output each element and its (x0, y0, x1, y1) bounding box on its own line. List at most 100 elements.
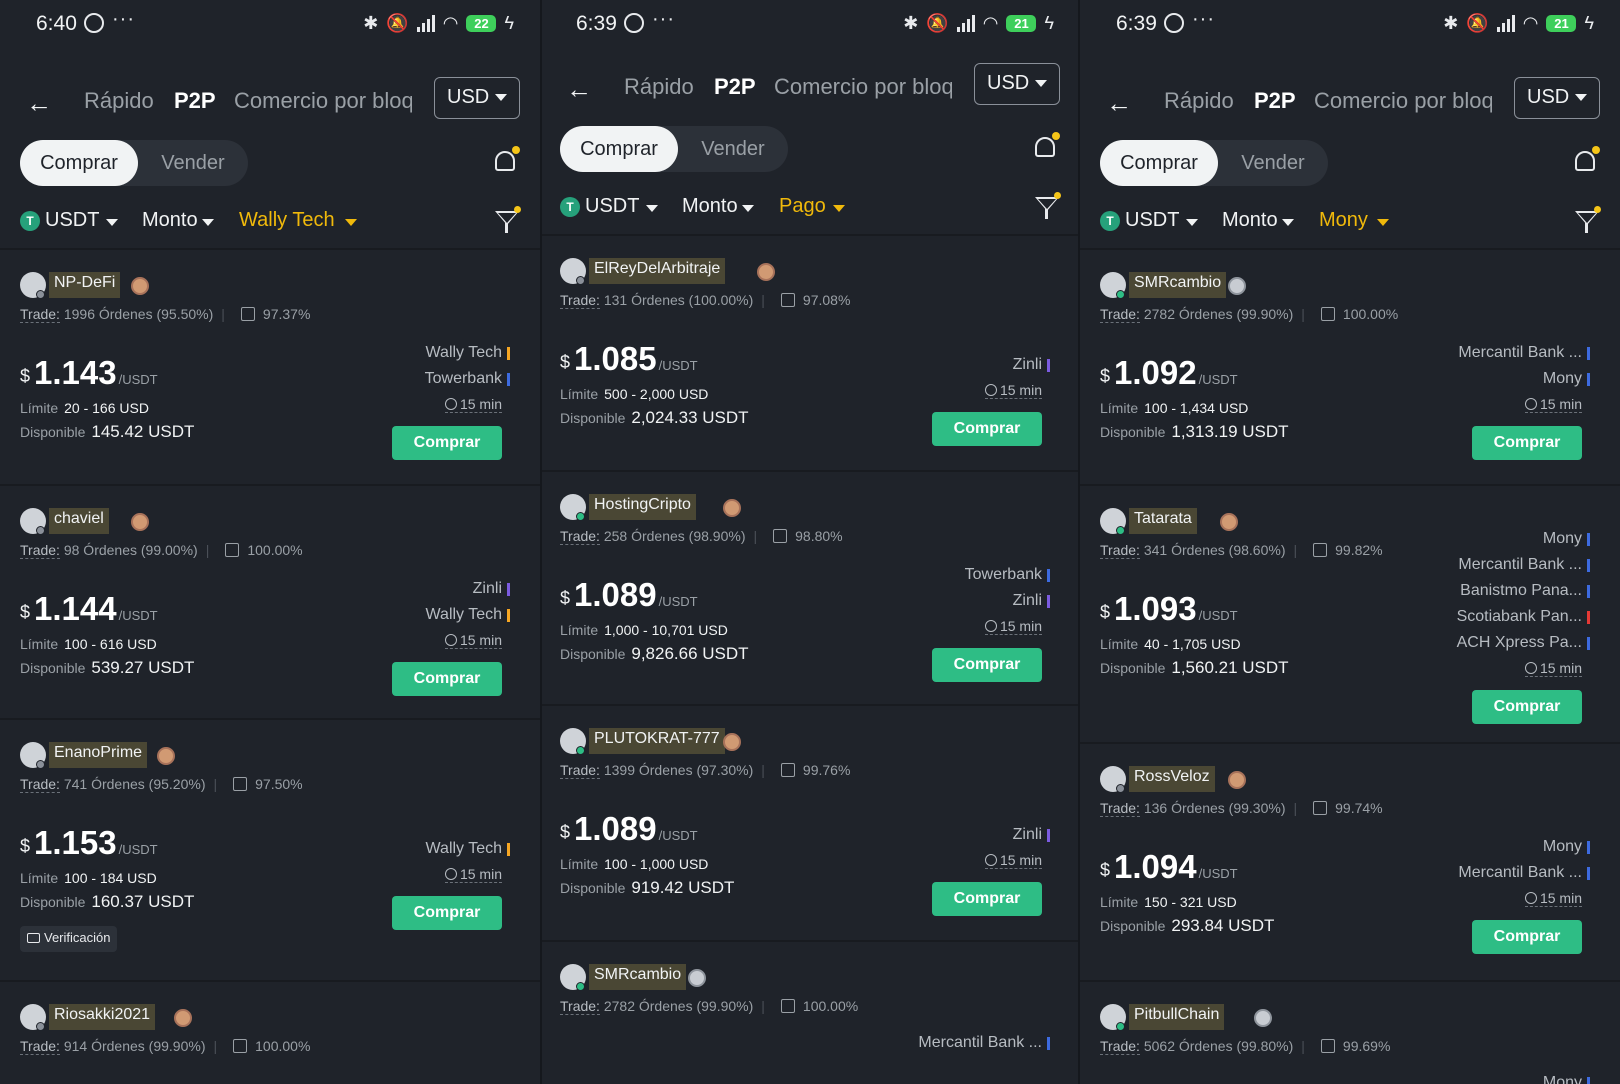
tab-rapido[interactable]: Rápido (84, 88, 154, 114)
filter-amount[interactable]: Monto (682, 195, 738, 218)
buy-button[interactable]: Comprar (932, 882, 1042, 916)
tab-rapido[interactable]: Rápido (624, 74, 694, 100)
buy-button[interactable]: Comprar (392, 662, 502, 696)
advertiser-name[interactable]: SMRcambio (589, 964, 687, 990)
buy-button[interactable]: Comprar (1472, 920, 1582, 954)
chevron-down-icon (833, 205, 845, 212)
filter-coin[interactable]: USDT (1125, 209, 1179, 232)
payment-method: Mercantil Bank ... (1458, 556, 1590, 574)
advertiser-name[interactable]: SMRcambio (1129, 272, 1227, 298)
buy-button[interactable]: Comprar (392, 426, 502, 460)
avatar (1100, 508, 1126, 535)
online-status-dot (1116, 1022, 1125, 1031)
trade-stats: Trade: 1996 Órdenes (95.50%) | 97.37% (20, 306, 311, 323)
merchant-badge-icon (1228, 277, 1247, 295)
price-value: 1.093 (1114, 590, 1197, 627)
available-label: Disponible (1100, 424, 1166, 440)
thumbs-up-icon (1320, 1039, 1335, 1053)
buy-button[interactable]: Comprar (932, 648, 1042, 682)
chevron-down-icon (1035, 80, 1047, 87)
payment-time-limit: 15 min (444, 396, 502, 413)
tab-p2p[interactable]: P2P (714, 74, 756, 100)
payment-method-name: Towerbank (424, 370, 502, 387)
toggle-sell[interactable]: Vender (674, 126, 792, 172)
filter-payment[interactable]: Mony (1319, 209, 1368, 232)
back-arrow-icon[interactable]: ← (566, 74, 592, 105)
available-label: Disponible (560, 410, 626, 426)
filter-funnel-icon[interactable] (1574, 206, 1601, 235)
buy-button[interactable]: Comprar (1472, 426, 1582, 460)
payment-time-limit: 15 min (444, 632, 502, 649)
limit-row: Límite 100 - 1,000 USD (560, 856, 708, 872)
back-arrow-icon[interactable]: ← (26, 88, 52, 119)
buy-button[interactable]: Comprar (1472, 690, 1582, 724)
price-unit: /USDT (1198, 866, 1238, 881)
filter-funnel-icon[interactable] (1034, 192, 1061, 221)
tab-p2p[interactable]: P2P (174, 88, 216, 114)
currency-select[interactable]: USD (974, 63, 1060, 105)
time-limit-value: 15 min (1539, 890, 1582, 906)
offer-price: $1.092/USDT (1100, 354, 1238, 392)
status-bar: 6:39 ··· ✱ 🔕 ◠ 21 ϟ (1080, 0, 1620, 50)
payment-color-bar (1587, 373, 1590, 386)
toggle-buy[interactable]: Comprar (560, 126, 678, 172)
advertiser-name[interactable]: PLUTOKRAT-777 (589, 728, 725, 754)
notification-bell-icon[interactable] (1572, 146, 1600, 176)
toggle-sell[interactable]: Vender (134, 140, 252, 186)
filter-coin[interactable]: USDT (45, 209, 99, 232)
tab-p2p[interactable]: P2P (1254, 88, 1296, 114)
advertiser-name[interactable]: ElReyDelArbitraje (589, 258, 726, 284)
online-status-dot (36, 760, 45, 769)
currency-select[interactable]: USD (434, 77, 520, 119)
price-value: 1.092 (1114, 354, 1197, 391)
bluetooth-icon: ✱ (1443, 12, 1459, 33)
buy-button[interactable]: Comprar (392, 896, 502, 930)
id-card-icon (27, 933, 40, 943)
buy-sell-toggle: Comprar Vender (560, 126, 788, 172)
advertiser-name[interactable]: EnanoPrime (49, 742, 148, 768)
mute-icon: 🔕 (926, 12, 949, 33)
thumbs-up-icon (233, 777, 248, 791)
price-value: 1.094 (1114, 848, 1197, 885)
merchant-badge-icon (722, 733, 741, 751)
order-count: 1996 Órdenes (95.50%) (63, 306, 214, 322)
tab-block-trade[interactable]: Comercio por bloq (774, 74, 952, 100)
available-row: Disponible 160.37 USDT (20, 892, 194, 912)
toggle-sell[interactable]: Vender (1214, 140, 1332, 186)
notification-bell-icon[interactable] (1032, 132, 1060, 162)
positive-rate: 97.50% (255, 776, 303, 792)
tab-block-trade[interactable]: Comercio por bloq (234, 88, 412, 114)
filter-amount[interactable]: Monto (1222, 209, 1278, 232)
toggle-buy[interactable]: Comprar (20, 140, 138, 186)
advertiser-name[interactable]: RossVeloz (1129, 766, 1215, 792)
filter-payment[interactable]: Pago (779, 195, 826, 218)
toggle-buy[interactable]: Comprar (1100, 140, 1218, 186)
time-limit-value: 15 min (459, 632, 502, 648)
payment-method: Wally Tech (426, 840, 510, 858)
buy-button[interactable]: Comprar (932, 412, 1042, 446)
limit-row: Límite 150 - 321 USD (1100, 894, 1237, 910)
filter-funnel-icon[interactable] (494, 206, 521, 235)
screen-divider (540, 0, 542, 1084)
filter-bar: T USDT Monto Wally Tech (20, 206, 521, 237)
advertiser-name[interactable]: PitbullChain (1129, 1004, 1225, 1030)
back-arrow-icon[interactable]: ← (1106, 88, 1132, 119)
advertiser-name[interactable]: Tatarata (1129, 508, 1197, 534)
notification-bell-icon[interactable] (492, 146, 520, 176)
advertiser-name[interactable]: Riosakki2021 (49, 1004, 156, 1030)
tab-block-trade[interactable]: Comercio por bloq (1314, 88, 1492, 114)
advertiser-name[interactable]: NP-DeFi (49, 272, 121, 298)
positive-rate: 99.69% (1342, 1038, 1391, 1054)
currency-value: USD (1527, 86, 1570, 108)
filter-coin[interactable]: USDT (585, 195, 639, 218)
positive-rate: 97.08% (802, 292, 851, 308)
advertiser-name[interactable]: chaviel (49, 508, 109, 534)
whatsapp-icon (84, 13, 104, 33)
filter-payment[interactable]: Wally Tech (239, 209, 335, 232)
filter-amount[interactable]: Monto (142, 209, 198, 232)
tab-rapido[interactable]: Rápido (1164, 88, 1234, 114)
advertiser-name[interactable]: HostingCripto (589, 494, 696, 520)
order-count: 258 Órdenes (98.90%) (603, 528, 746, 544)
payment-color-bar (1047, 595, 1050, 608)
currency-select[interactable]: USD (1514, 77, 1600, 119)
